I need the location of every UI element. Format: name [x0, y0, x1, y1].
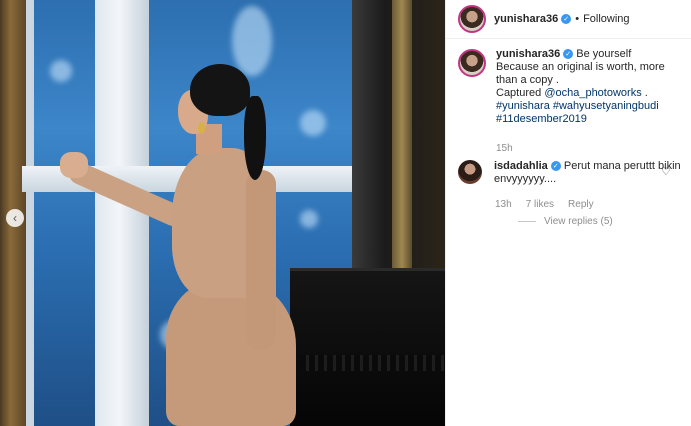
window-frame-inner — [26, 0, 34, 426]
comment-reply-button[interactable]: Reply — [568, 199, 594, 210]
chevron-left-icon: ‹ — [13, 211, 17, 225]
piano-keys — [300, 355, 445, 371]
commenter-username[interactable]: isdadahlia — [494, 160, 548, 172]
caption-first-line: yunishara36 ✓ Be yourself — [496, 48, 665, 61]
person-hand — [60, 152, 88, 178]
comment-timestamp[interactable]: 13h — [495, 199, 512, 210]
comment-meta: 13h 7 likes Reply — [495, 199, 594, 210]
caption-captured-label: Captured — [496, 87, 545, 99]
view-replies-label: View replies (5) — [544, 216, 613, 227]
person-arm-lowered — [246, 170, 276, 350]
mention-link[interactable]: @ocha_photoworks — [544, 87, 641, 99]
caption-avatar[interactable] — [458, 49, 486, 77]
verified-badge-icon: ✓ — [550, 161, 561, 172]
author-avatar[interactable] — [458, 5, 486, 33]
city-light — [232, 6, 272, 76]
caption-line-1: Be yourself — [576, 48, 632, 60]
author-username[interactable]: yunishara36 — [494, 13, 558, 25]
post-header: yunishara36 ✓ • Following — [446, 0, 691, 39]
heart-outline-icon[interactable]: ♡ — [661, 165, 671, 178]
city-light — [50, 60, 72, 82]
person-hair — [190, 64, 250, 116]
person-earring — [198, 122, 205, 134]
instagram-post: ‹ yunishara36 ✓ • Following yunishara36 ✓… — [0, 0, 691, 426]
caption-text: yunishara36 ✓ Be yourself Because an orig… — [496, 48, 665, 126]
following-button[interactable]: Following — [583, 13, 629, 25]
follow-separator: • — [575, 13, 580, 25]
caption-line-2: Because an original is worth, more — [496, 61, 665, 73]
city-light — [300, 110, 326, 136]
replies-divider — [518, 221, 536, 222]
hashtags-line-1[interactable]: #yunishara #wahyusetyaningbudi — [496, 100, 665, 113]
hashtags-line-2[interactable]: #11desember2019 — [496, 113, 665, 126]
piano — [290, 268, 445, 426]
verified-badge-icon: ✓ — [563, 49, 574, 60]
caption-period: . — [641, 87, 648, 99]
post-side-panel: yunishara36 ✓ • Following yunishara36 ✓ B… — [445, 0, 691, 426]
commenter-avatar[interactable] — [458, 160, 482, 184]
comment-likes[interactable]: 7 likes — [526, 199, 554, 210]
wood-panel — [392, 0, 412, 280]
comment: isdadahlia ✓ Perut mana peruttt bikin env… — [458, 160, 684, 186]
caption-timestamp[interactable]: 15h — [496, 143, 513, 154]
view-replies-button[interactable]: View replies (5) — [518, 216, 613, 227]
person-ponytail — [244, 96, 266, 180]
caption-credit-line: Captured @ocha_photoworks . — [496, 87, 665, 100]
verified-badge-icon: ✓ — [561, 14, 572, 24]
person-dress-lower — [166, 280, 296, 426]
caption-line-3: than a copy . — [496, 74, 559, 86]
caption-username[interactable]: yunishara36 — [496, 48, 560, 60]
comment-body: isdadahlia ✓ Perut mana peruttt bikin env… — [494, 160, 684, 186]
city-light — [300, 210, 318, 228]
post-caption: yunishara36 ✓ Be yourself Because an orig… — [458, 48, 684, 126]
carousel-prev-button[interactable]: ‹ — [6, 209, 24, 227]
post-photo[interactable]: ‹ — [0, 0, 445, 426]
